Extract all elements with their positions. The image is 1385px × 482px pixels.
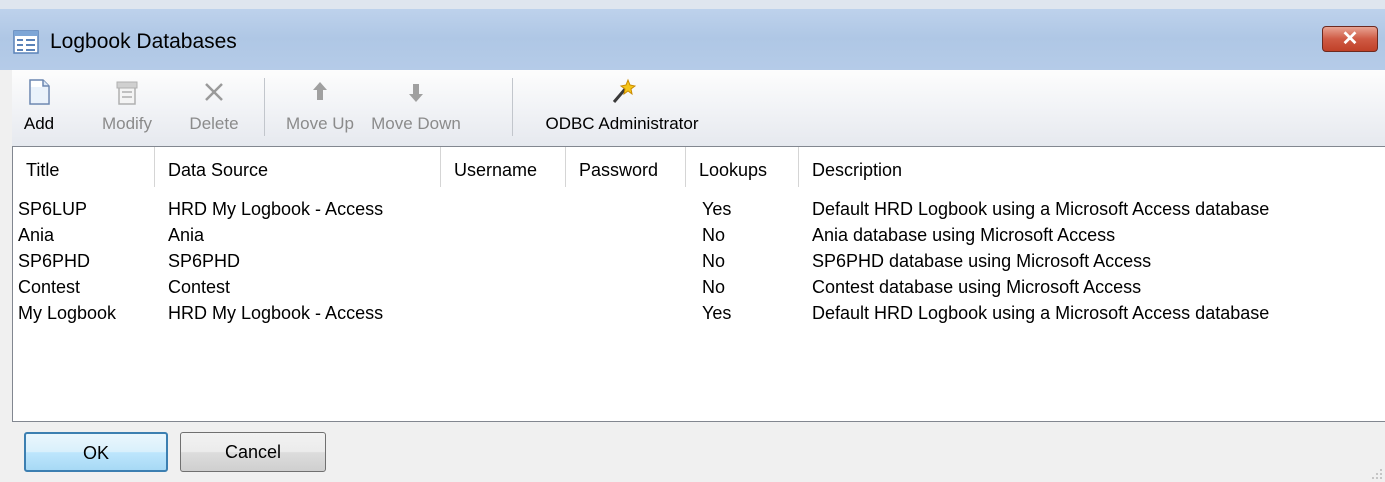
cell-data-source: HRD My Logbook - Access — [168, 199, 384, 219]
ok-button[interactable]: OK — [24, 432, 168, 472]
column-header-title[interactable]: Title — [13, 147, 155, 187]
title-bar: Logbook Databases ✕ — [0, 0, 1385, 70]
move-up-button[interactable]: Move Up — [276, 70, 364, 146]
close-button[interactable]: ✕ — [1322, 26, 1378, 52]
cell-data-source: Contest — [168, 277, 231, 297]
resize-grip-icon[interactable] — [1369, 466, 1383, 480]
toolbar-separator — [264, 78, 265, 136]
magic-wand-icon — [612, 78, 636, 103]
column-header-password[interactable]: Password — [566, 147, 686, 187]
cell-description: Ania database using Microsoft Access — [812, 225, 1116, 245]
cell-lookups: No — [702, 251, 726, 271]
cell-description: Default HRD Logbook using a Microsoft Ac… — [812, 199, 1270, 219]
column-header-lookups[interactable]: Lookups — [686, 147, 799, 187]
delete-x-icon — [205, 83, 223, 101]
arrow-up-icon — [313, 82, 327, 100]
cell-lookups: Yes — [702, 303, 732, 323]
modify-button[interactable]: Modify — [94, 70, 160, 146]
odbc-administrator-button[interactable]: ODBC Administrator — [524, 70, 720, 146]
cancel-button[interactable]: Cancel — [180, 432, 326, 472]
cell-title: Ania — [18, 225, 55, 245]
cell-data-source: Ania — [168, 225, 205, 245]
table-row[interactable]: SP6PHD SP6PHD No SP6PHD database using M… — [13, 251, 1385, 277]
cell-title: Contest — [18, 277, 81, 297]
window-title: Logbook Databases — [50, 30, 237, 53]
table-row[interactable]: My Logbook HRD My Logbook - Access Yes D… — [13, 303, 1385, 329]
column-header-description[interactable]: Description — [799, 147, 1385, 187]
table-row[interactable]: Contest Contest No Contest database usin… — [13, 277, 1385, 303]
cell-description: Default HRD Logbook using a Microsoft Ac… — [812, 303, 1270, 323]
new-document-icon — [29, 79, 50, 105]
toolbar: Add Modify Delete Move Up Move Down ODBC… — [12, 70, 1385, 146]
delete-button[interactable]: Delete — [176, 70, 252, 146]
cell-data-source: HRD My Logbook - Access — [168, 303, 384, 323]
move-down-button[interactable]: Move Down — [366, 70, 466, 146]
database-list[interactable]: Title Data Source Username Password Look… — [12, 146, 1385, 422]
toolbar-separator — [512, 78, 513, 136]
cell-title: SP6PHD — [18, 251, 91, 271]
table-window-icon — [13, 30, 39, 54]
cell-lookups: Yes — [702, 199, 732, 219]
cell-description: Contest database using Microsoft Access — [812, 277, 1142, 297]
table-row[interactable]: SP6LUP HRD My Logbook - Access Yes Defau… — [13, 199, 1385, 225]
column-header-data-source[interactable]: Data Source — [155, 147, 441, 187]
table-row[interactable]: Ania Ania No Ania database using Microso… — [13, 225, 1385, 251]
list-header: Title Data Source Username Password Look… — [13, 147, 1385, 187]
edit-document-icon — [116, 81, 138, 105]
column-header-username[interactable]: Username — [441, 147, 566, 187]
cell-title: My Logbook — [18, 303, 117, 323]
close-icon: ✕ — [1341, 28, 1359, 50]
add-button[interactable]: Add — [12, 70, 66, 146]
cell-data-source: SP6PHD — [168, 251, 241, 271]
cell-title: SP6LUP — [18, 199, 88, 219]
arrow-down-icon — [409, 84, 423, 102]
logbook-databases-window: Logbook Databases ✕ Add Modify Delete Mo… — [0, 0, 1385, 482]
cell-description: SP6PHD database using Microsoft Access — [812, 251, 1152, 271]
cell-lookups: No — [702, 225, 726, 245]
cell-lookups: No — [702, 277, 726, 297]
